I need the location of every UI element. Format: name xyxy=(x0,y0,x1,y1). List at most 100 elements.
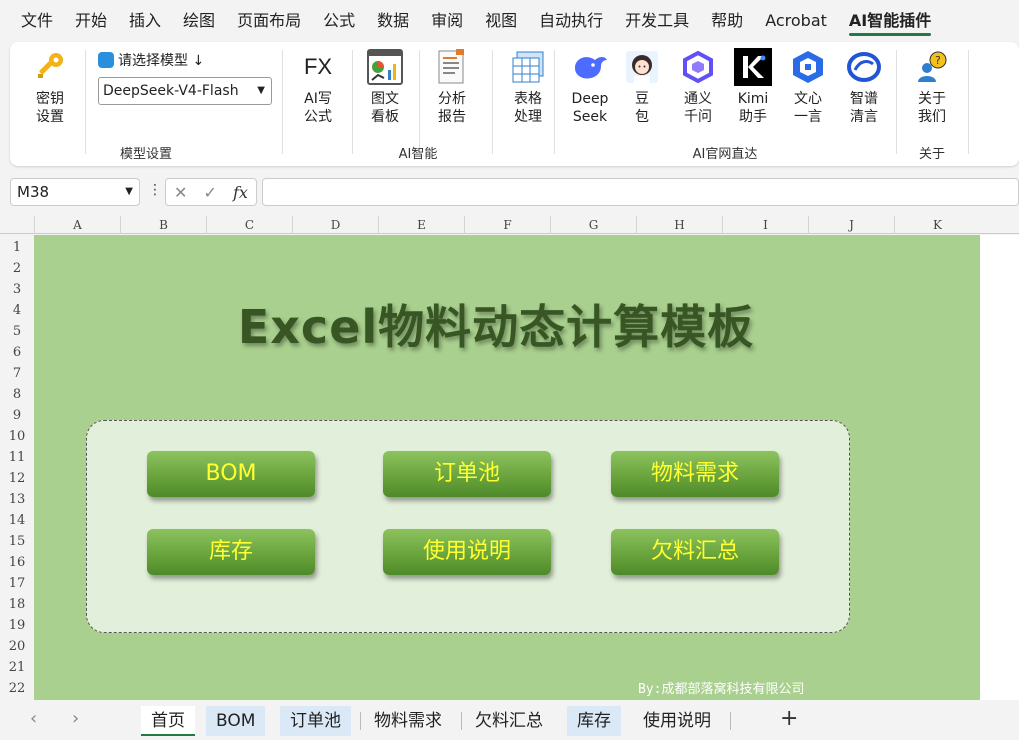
key-icon xyxy=(31,48,69,86)
menu-draw[interactable]: 绘图 xyxy=(172,0,226,42)
analysis-report-button[interactable]: 分析 报告 xyxy=(426,48,478,126)
fx-icon: FX xyxy=(303,54,333,79)
column-header[interactable]: D xyxy=(292,216,378,234)
column-header[interactable]: B xyxy=(120,216,206,234)
row-header[interactable]: 16 xyxy=(0,552,34,573)
about-us-button[interactable]: ? 关于 我们 xyxy=(906,48,958,126)
wenxin-logo-icon xyxy=(789,48,827,86)
chevron-right-icon[interactable]: › xyxy=(72,708,79,729)
tab-bom[interactable]: BOM xyxy=(206,706,266,736)
row-header[interactable]: 22 xyxy=(0,678,34,699)
column-header[interactable]: G xyxy=(550,216,636,234)
kimi-logo-icon xyxy=(734,48,772,86)
model-header: 请选择模型 ↓ xyxy=(98,50,204,70)
column-header[interactable]: H xyxy=(636,216,722,234)
kimi-button[interactable]: Kimi 助手 xyxy=(727,48,779,126)
row-header[interactable]: 6 xyxy=(0,342,34,363)
model-select[interactable]: DeepSeek-V4-Flash ▼ xyxy=(98,77,272,105)
ai-formula-button[interactable]: FX AI写 公式 xyxy=(292,48,344,126)
tongyi-logo-icon xyxy=(679,48,717,86)
formula-actions: ✕ ✓ fx xyxy=(165,178,257,206)
insert-function-icon[interactable]: fx xyxy=(233,183,248,202)
menu-file[interactable]: 文件 xyxy=(10,0,64,42)
chart-board-button[interactable]: 图文 看板 xyxy=(359,48,411,126)
zhipu-button[interactable]: 智谱 清言 xyxy=(838,48,890,126)
menu-automate[interactable]: 自动执行 xyxy=(528,0,614,42)
doubao-button[interactable]: 豆 包 xyxy=(616,48,668,126)
tab-shortage-summary[interactable]: 欠料汇总 xyxy=(465,706,553,736)
order-pool-button[interactable]: 订单池 xyxy=(383,451,551,497)
confirm-icon[interactable]: ✓ xyxy=(204,183,217,202)
column-header[interactable]: F xyxy=(464,216,550,234)
bom-button[interactable]: BOM xyxy=(147,451,315,497)
deepseek-button[interactable]: Deep Seek xyxy=(564,48,616,126)
row-header[interactable]: 5 xyxy=(0,321,34,342)
column-header[interactable]: J xyxy=(808,216,894,234)
tab-instructions[interactable]: 使用说明 xyxy=(633,706,721,736)
tab-material-demand[interactable]: 物料需求 xyxy=(364,706,452,736)
menu-insert[interactable]: 插入 xyxy=(118,0,172,42)
shortage-summary-button[interactable]: 欠料汇总 xyxy=(611,529,779,575)
menu-home[interactable]: 开始 xyxy=(64,0,118,42)
row-header[interactable]: 11 xyxy=(0,447,34,468)
instructions-button[interactable]: 使用说明 xyxy=(383,529,551,575)
chevron-left-icon[interactable]: ‹ xyxy=(30,708,37,729)
cancel-icon[interactable]: ✕ xyxy=(174,183,187,202)
row-header[interactable]: 7 xyxy=(0,363,34,384)
tab-home[interactable]: 首页 xyxy=(141,706,195,736)
zhipu-logo-icon xyxy=(845,48,883,86)
row-header[interactable]: 3 xyxy=(0,279,34,300)
company-credit: By:成都部落窝科技有限公司 xyxy=(638,682,805,697)
menu-developer[interactable]: 开发工具 xyxy=(614,0,700,42)
row-header[interactable]: 8 xyxy=(0,384,34,405)
row-header[interactable]: 13 xyxy=(0,489,34,510)
page-title: Excel物料动态计算模板 xyxy=(237,300,755,354)
column-header[interactable]: E xyxy=(378,216,464,234)
menu-review[interactable]: 审阅 xyxy=(420,0,474,42)
row-header[interactable]: 2 xyxy=(0,258,34,279)
menu-acrobat[interactable]: Acrobat xyxy=(754,0,838,42)
menu-data[interactable]: 数据 xyxy=(366,0,420,42)
row-header[interactable]: 19 xyxy=(0,615,34,636)
inventory-button[interactable]: 库存 xyxy=(147,529,315,575)
tab-order-pool[interactable]: 订单池 xyxy=(280,706,351,736)
add-sheet-icon[interactable]: + xyxy=(780,706,798,731)
key-settings-button[interactable]: 密钥 设置 xyxy=(24,48,76,126)
separator xyxy=(730,712,731,730)
group-label-ai: AI智能 xyxy=(398,147,438,162)
row-header[interactable]: 14 xyxy=(0,510,34,531)
column-header[interactable]: K xyxy=(894,216,980,234)
name-box[interactable]: M38 ▼ xyxy=(10,178,140,206)
menu-page-layout[interactable]: 页面布局 xyxy=(226,0,312,42)
column-header[interactable]: A xyxy=(34,216,120,234)
more-options-icon[interactable]: ⋮ xyxy=(148,182,162,198)
table-process-button[interactable]: 表格 处理 xyxy=(502,48,554,126)
row-header[interactable]: 12 xyxy=(0,468,34,489)
row-header[interactable]: 9 xyxy=(0,405,34,426)
menu-help[interactable]: 帮助 xyxy=(700,0,754,42)
separator xyxy=(85,50,86,154)
sheet-canvas[interactable]: Excel物料动态计算模板 BOM 订单池 物料需求 库存 使用说明 欠料汇总 … xyxy=(34,235,980,700)
menu-ai-plugin[interactable]: AI智能插件 xyxy=(838,0,942,42)
formula-input[interactable] xyxy=(262,178,1019,206)
dashboard-icon xyxy=(366,48,404,86)
row-header[interactable]: 4 xyxy=(0,300,34,321)
table-icon xyxy=(509,48,547,86)
tab-inventory[interactable]: 库存 xyxy=(567,706,621,736)
tongyi-button[interactable]: 通义 千问 xyxy=(672,48,724,126)
sheet-empty-area[interactable] xyxy=(980,235,1019,700)
row-header[interactable]: 15 xyxy=(0,531,34,552)
row-header[interactable]: 21 xyxy=(0,657,34,678)
column-header[interactable]: I xyxy=(722,216,808,234)
menu-formulas[interactable]: 公式 xyxy=(312,0,366,42)
menu-view[interactable]: 视图 xyxy=(474,0,528,42)
menu-bar: 文件 开始 插入 绘图 页面布局 公式 数据 审阅 视图 自动执行 开发工具 帮… xyxy=(0,0,1019,42)
row-header[interactable]: 1 xyxy=(0,237,34,258)
row-header[interactable]: 10 xyxy=(0,426,34,447)
row-header[interactable]: 17 xyxy=(0,573,34,594)
column-header[interactable]: C xyxy=(206,216,292,234)
row-header[interactable]: 20 xyxy=(0,636,34,657)
row-header[interactable]: 18 xyxy=(0,594,34,615)
material-demand-button[interactable]: 物料需求 xyxy=(611,451,779,497)
wenxin-button[interactable]: 文心 一言 xyxy=(782,48,834,126)
